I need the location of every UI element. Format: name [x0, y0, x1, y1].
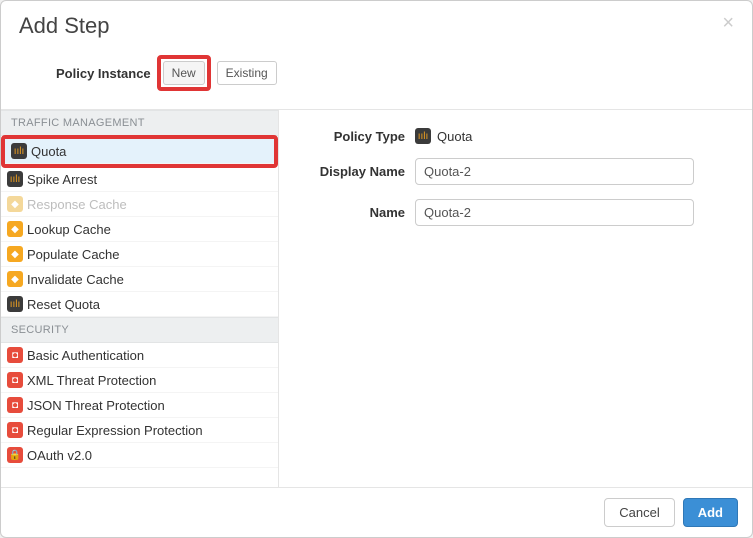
policy-item-label: Invalidate Cache — [27, 272, 124, 287]
policy-item-label: JSON Threat Protection — [27, 398, 165, 413]
display-name-row: Display Name — [297, 158, 694, 185]
policy-item-oauth-v2-0[interactable]: 🔒 OAuth v2.0 — [1, 443, 278, 468]
yellow-icon: ◆ — [7, 246, 23, 262]
add-button[interactable]: Add — [683, 498, 738, 527]
modal-header: Add Step × — [1, 1, 752, 47]
policy-item-label: Lookup Cache — [27, 222, 111, 237]
modal-title: Add Step — [19, 13, 110, 39]
toggle-new-button[interactable]: New — [163, 61, 205, 85]
policy-item-lookup-cache[interactable]: ◆ Lookup Cache — [1, 217, 278, 242]
red-icon: ◘ — [7, 397, 23, 413]
yellow-icon: ◆ — [7, 271, 23, 287]
name-field[interactable] — [415, 199, 694, 226]
policy-instance-row: Policy Instance New Existing — [1, 47, 752, 110]
form-area: Policy Type ıılı Quota Display Name Name — [279, 110, 752, 487]
main-area: TRAFFIC MANAGEMENTıılıQuotaıılıSpike Arr… — [1, 110, 752, 487]
policy-type-text: Quota — [437, 129, 472, 144]
yellow-icon: ◆ — [7, 221, 23, 237]
display-name-label: Display Name — [297, 164, 415, 179]
policy-sidebar[interactable]: TRAFFIC MANAGEMENTıılıQuotaıılıSpike Arr… — [1, 110, 279, 487]
policy-item-response-cache: ◆ Response Cache — [1, 192, 278, 217]
policy-item-regular-expression-protection[interactable]: ◘ Regular Expression Protection — [1, 418, 278, 443]
policy-item-basic-authentication[interactable]: ◘ Basic Authentication — [1, 343, 278, 368]
display-name-field[interactable] — [415, 158, 694, 185]
policy-item-xml-threat-protection[interactable]: ◘ XML Threat Protection — [1, 368, 278, 393]
policy-item-label: Reset Quota — [27, 297, 100, 312]
highlight-new-toggle: New — [157, 55, 211, 91]
section-header: SECURITY — [1, 317, 278, 343]
name-label: Name — [297, 205, 415, 220]
policy-item-json-threat-protection[interactable]: ◘ JSON Threat Protection — [1, 393, 278, 418]
policy-item-label: OAuth v2.0 — [27, 448, 92, 463]
cancel-button[interactable]: Cancel — [604, 498, 674, 527]
red-icon: ◘ — [7, 422, 23, 438]
close-icon[interactable]: × — [722, 13, 734, 33]
policy-item-spike-arrest[interactable]: ıılı Spike Arrest — [1, 167, 278, 192]
dark-icon: ıılı — [7, 171, 23, 187]
policy-item-label: Basic Authentication — [27, 348, 144, 363]
policy-type-label: Policy Type — [297, 129, 415, 144]
policy-item-label: Populate Cache — [27, 247, 120, 262]
policy-type-row: Policy Type ıılı Quota — [297, 128, 694, 144]
policy-item-reset-quota[interactable]: ıılı Reset Quota — [1, 292, 278, 317]
policy-item-label: Regular Expression Protection — [27, 423, 203, 438]
policy-item-populate-cache[interactable]: ◆ Populate Cache — [1, 242, 278, 267]
highlight-policy-item: ıılı Quota — [1, 135, 278, 168]
policy-item-label: Quota — [31, 144, 66, 159]
policy-item-quota[interactable]: ıılı Quota — [5, 139, 274, 164]
policy-item-label: XML Threat Protection — [27, 373, 156, 388]
toggle-existing-button[interactable]: Existing — [217, 61, 277, 85]
policy-item-label: Response Cache — [27, 197, 127, 212]
red-lock-icon: 🔒 — [7, 447, 23, 463]
red-icon: ◘ — [7, 372, 23, 388]
add-step-modal: Add Step × Policy Instance New Existing … — [0, 0, 753, 538]
section-header: TRAFFIC MANAGEMENT — [1, 110, 278, 136]
policy-instance-label: Policy Instance — [56, 66, 151, 81]
dark-icon: ıılı — [7, 296, 23, 312]
policy-item-label: Spike Arrest — [27, 172, 97, 187]
red-icon: ◘ — [7, 347, 23, 363]
policy-type-value: ıılı Quota — [415, 128, 472, 144]
policy-item-invalidate-cache[interactable]: ◆ Invalidate Cache — [1, 267, 278, 292]
dark-icon: ıılı — [11, 143, 27, 159]
name-row: Name — [297, 199, 694, 226]
quota-icon: ıılı — [415, 128, 431, 144]
yellow-dim-icon: ◆ — [7, 196, 23, 212]
modal-footer: Cancel Add — [1, 487, 752, 537]
